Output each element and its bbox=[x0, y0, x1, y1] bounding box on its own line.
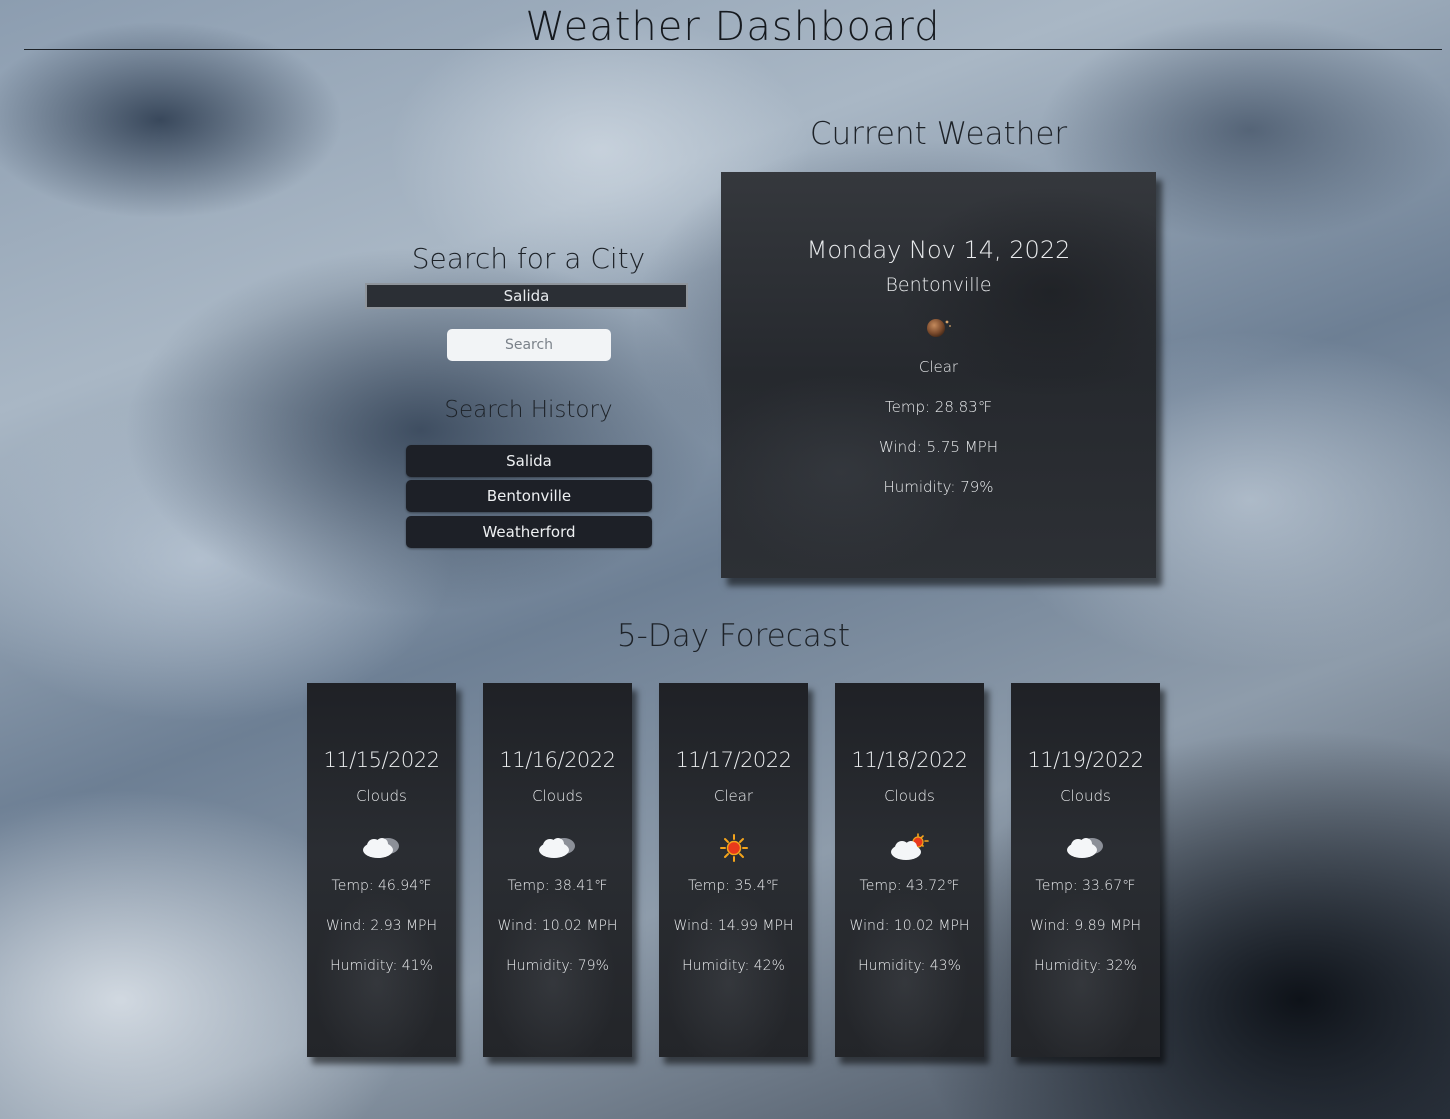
forecast-condition: Clouds bbox=[1060, 787, 1111, 805]
current-date: Monday Nov 14, 2022 bbox=[806, 236, 1071, 264]
forecast-card: 11/18/2022 Clouds Temp: 43.72℉ Wind: 10.… bbox=[835, 683, 984, 1057]
forecast-card: 11/17/2022 Clear Temp: 35.4℉ Wind: 14.99… bbox=[659, 683, 808, 1057]
current-city: Bentonville bbox=[885, 274, 992, 296]
current-humidity: Humidity: 79% bbox=[883, 478, 994, 496]
forecast-wind: Wind: 10.02 MPH bbox=[497, 918, 618, 934]
forecast-card: 11/19/2022 Clouds Temp: 33.67℉ Wind: 9.8… bbox=[1011, 683, 1160, 1057]
cloud-sun-icon bbox=[891, 833, 929, 860]
page-header: Weather Dashboard bbox=[24, 0, 1442, 50]
search-button[interactable]: Search bbox=[447, 329, 611, 361]
page-title: Weather Dashboard bbox=[525, 4, 941, 50]
cloud-icon bbox=[539, 838, 575, 858]
sun-icon bbox=[720, 834, 748, 862]
forecast-condition: Clouds bbox=[884, 787, 935, 805]
forecast-wind: Wind: 14.99 MPH bbox=[673, 918, 794, 934]
forecast-card: 11/16/2022 Clouds Temp: 38.41℉ Wind: 10.… bbox=[483, 683, 632, 1057]
forecast-temp: Temp: 38.41℉ bbox=[507, 878, 608, 894]
moon-clear-icon bbox=[927, 319, 951, 337]
current-wind: Wind: 5.75 MPH bbox=[879, 438, 998, 456]
history-item-bentonville[interactable]: Bentonville bbox=[406, 480, 652, 512]
cloud-icon bbox=[1067, 838, 1103, 858]
forecast-date: 11/18/2022 bbox=[851, 748, 968, 772]
forecast-humidity: Humidity: 32% bbox=[1034, 958, 1137, 974]
forecast-temp: Temp: 43.72℉ bbox=[859, 878, 960, 894]
history-item-weatherford[interactable]: Weatherford bbox=[406, 516, 652, 548]
city-search-input[interactable] bbox=[365, 283, 688, 309]
forecast-card: 11/15/2022 Clouds Temp: 46.94℉ Wind: 2.9… bbox=[307, 683, 456, 1057]
current-temp: Temp: 28.83℉ bbox=[884, 398, 992, 416]
forecast-date: 11/15/2022 bbox=[323, 748, 440, 772]
search-title: Search for a City bbox=[411, 242, 646, 275]
forecast-date: 11/19/2022 bbox=[1027, 748, 1144, 772]
forecast-condition: Clear bbox=[713, 787, 754, 805]
cloud-icon bbox=[363, 838, 399, 858]
forecast-temp: Temp: 35.4℉ bbox=[688, 878, 779, 894]
forecast-condition: Clouds bbox=[532, 787, 583, 805]
forecast-date: 11/17/2022 bbox=[675, 748, 792, 772]
forecast-wind: Wind: 2.93 MPH bbox=[325, 918, 438, 934]
forecast-title: 5-Day Forecast bbox=[616, 618, 851, 654]
forecast-temp: Temp: 33.67℉ bbox=[1035, 878, 1136, 894]
forecast-humidity: Humidity: 79% bbox=[506, 958, 609, 974]
search-history-title: Search History bbox=[444, 397, 613, 423]
forecast-humidity: Humidity: 43% bbox=[858, 958, 961, 974]
forecast-humidity: Humidity: 42% bbox=[682, 958, 785, 974]
forecast-wind: Wind: 9.89 MPH bbox=[1029, 918, 1142, 934]
history-item-salida[interactable]: Salida bbox=[406, 445, 652, 477]
forecast-condition: Clouds bbox=[356, 787, 407, 805]
current-weather-title: Current Weather bbox=[809, 116, 1068, 152]
forecast-date: 11/16/2022 bbox=[499, 748, 616, 772]
forecast-humidity: Humidity: 41% bbox=[330, 958, 433, 974]
current-condition: Clear bbox=[918, 358, 959, 376]
forecast-temp: Temp: 46.94℉ bbox=[331, 878, 432, 894]
forecast-wind: Wind: 10.02 MPH bbox=[849, 918, 970, 934]
current-weather-card: Monday Nov 14, 2022 Bentonville Clear Te… bbox=[721, 172, 1156, 578]
